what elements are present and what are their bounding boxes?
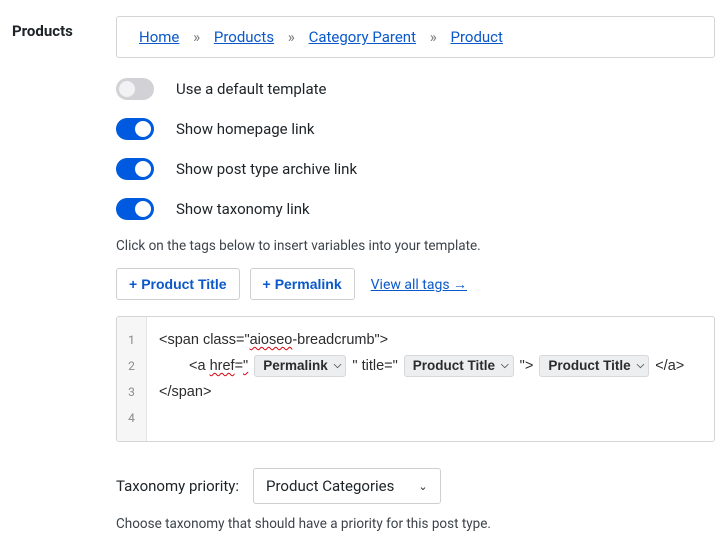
tag-button-permalink[interactable]: + Permalink	[250, 268, 355, 300]
insert-variables-hint: Click on the tags below to insert variab…	[116, 238, 715, 254]
breadcrumb-link-product[interactable]: Product	[451, 28, 503, 46]
toggle-default-template[interactable]	[116, 78, 154, 100]
taxonomy-priority-label: Taxonomy priority:	[116, 477, 239, 495]
variable-chip-permalink[interactable]: Permalink⌵	[254, 355, 346, 377]
chevron-down-icon: ⌄	[418, 480, 427, 493]
breadcrumb-separator: »	[430, 28, 437, 46]
variable-chip-product-title[interactable]: Product Title⌵	[404, 355, 514, 377]
tag-button-label: Permalink	[275, 276, 342, 292]
template-code[interactable]: <span class="aioseo-breadcrumb"> <a href…	[147, 317, 714, 441]
chevron-down-icon: ⌵	[637, 356, 645, 376]
section-title: Products	[12, 22, 116, 40]
breadcrumb-preview: Home » Products » Category Parent » Prod…	[116, 16, 715, 58]
template-editor[interactable]: 1234 <span class="aioseo-breadcrumb"> <a…	[116, 316, 715, 442]
breadcrumb-link-home[interactable]: Home	[139, 28, 179, 46]
toggle-label: Use a default template	[176, 80, 326, 98]
plus-icon: +	[129, 276, 137, 292]
plus-icon: +	[263, 276, 271, 292]
toggle-archive-link[interactable]	[116, 158, 154, 180]
toggle-label: Show post type archive link	[176, 160, 357, 178]
tag-button-product-title[interactable]: + Product Title	[116, 268, 240, 300]
breadcrumb-separator: »	[193, 28, 200, 46]
toggle-taxonomy-link[interactable]	[116, 198, 154, 220]
taxonomy-priority-help: Choose taxonomy that should have a prior…	[116, 516, 715, 532]
toggle-label: Show homepage link	[176, 120, 315, 138]
chevron-down-icon: ⌵	[501, 356, 509, 376]
variable-chip-product-title[interactable]: Product Title⌵	[539, 355, 649, 377]
view-all-tags-link[interactable]: View all tags →	[371, 276, 467, 293]
line-gutter: 1234	[117, 317, 147, 441]
taxonomy-priority-select[interactable]: Product Categories ⌄	[253, 468, 441, 504]
breadcrumb-link-products[interactable]: Products	[214, 28, 274, 46]
select-value: Product Categories	[266, 477, 394, 495]
tag-button-label: Product Title	[141, 276, 226, 292]
toggle-label: Show taxonomy link	[176, 200, 310, 218]
chevron-down-icon: ⌵	[334, 356, 342, 376]
breadcrumb-link-category-parent[interactable]: Category Parent	[309, 28, 416, 46]
toggle-homepage-link[interactable]	[116, 118, 154, 140]
breadcrumb-separator: »	[288, 28, 295, 46]
